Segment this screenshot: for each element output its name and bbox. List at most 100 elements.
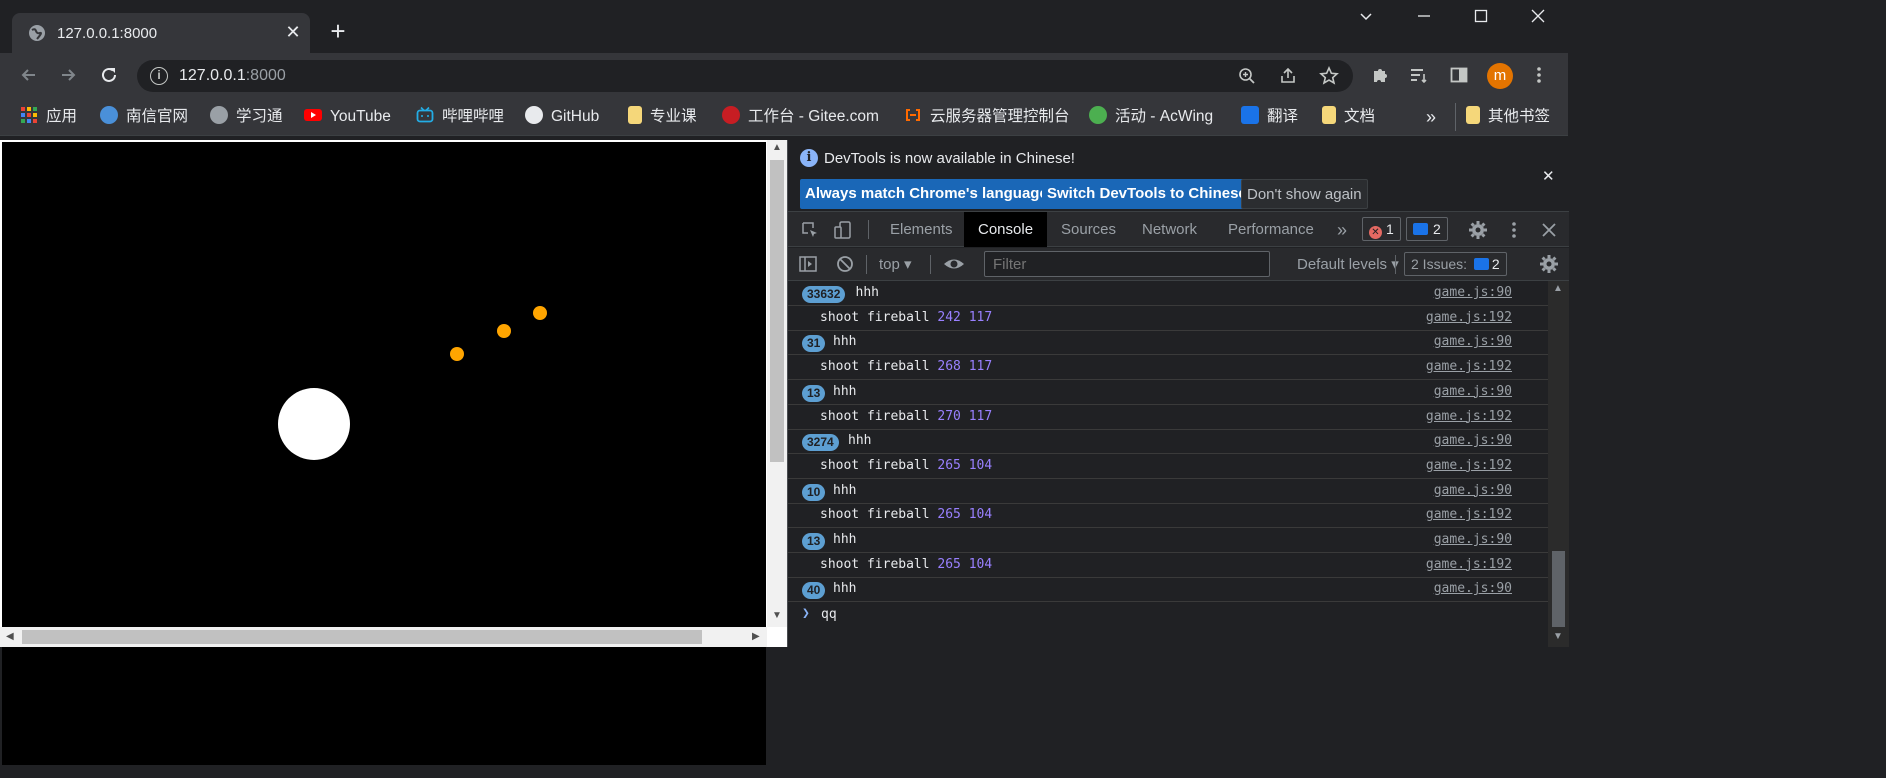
message-count-badge[interactable]: 2 (1406, 217, 1448, 241)
settings-button[interactable] (1468, 220, 1488, 240)
bookmark-acwing[interactable]: 活动 - AcWing (1089, 105, 1213, 129)
tab-network[interactable]: Network (1128, 212, 1211, 247)
address-bar[interactable]: i 127.0.0.1:8000 (137, 60, 1353, 92)
bookmark-apps[interactable]: 应用 (20, 105, 77, 129)
page-vertical-scrollbar[interactable]: ▲ ▼ (767, 140, 787, 627)
tab-elements[interactable]: Elements (876, 212, 967, 247)
tab-performance[interactable]: Performance (1214, 212, 1328, 247)
close-tab-icon[interactable]: ✕ (282, 21, 304, 43)
minimize-button[interactable] (1409, 8, 1439, 32)
chrome-menu-button[interactable] (1528, 65, 1550, 87)
site-info-icon[interactable]: i (150, 67, 168, 85)
console-settings-button[interactable] (1539, 254, 1559, 274)
switch-to-chinese-button[interactable]: Switch DevTools to Chinese (1042, 179, 1252, 209)
close-infobar-icon[interactable]: ✕ (1542, 167, 1555, 185)
tab-sources[interactable]: Sources (1047, 212, 1130, 247)
source-link[interactable]: game.js:90 (1434, 581, 1512, 596)
url-text[interactable]: 127.0.0.1:8000 (179, 67, 286, 85)
bookmark-folder-courses[interactable]: 专业课 (628, 105, 697, 129)
scrollbar-thumb[interactable] (22, 630, 702, 644)
forward-button[interactable] (56, 65, 80, 89)
inspect-element-button[interactable] (800, 220, 820, 240)
log-levels-dropdown[interactable]: Default levels ▾ (1297, 255, 1399, 273)
log-numbers: 265 104 (937, 457, 993, 473)
tab-search-button[interactable] (1351, 8, 1381, 32)
log-text: hhh (833, 532, 857, 547)
bookmarks-overflow-button[interactable]: » (1426, 105, 1436, 129)
bookmark-github[interactable]: GitHub (525, 105, 599, 129)
scroll-left-icon[interactable]: ◀ (6, 631, 14, 642)
scroll-up-icon[interactable]: ▲ (772, 142, 782, 153)
side-panel-button[interactable] (1448, 65, 1470, 87)
bookmark-bilibili[interactable]: 哔哩哔哩 (416, 105, 504, 129)
console-input[interactable]: qq (821, 607, 837, 622)
puzzle-icon (1374, 69, 1387, 82)
toolbar-divider (930, 255, 931, 274)
source-link[interactable]: game.js:90 (1434, 384, 1512, 399)
show-sidebar-button[interactable] (798, 254, 818, 274)
source-link[interactable]: game.js:90 (1434, 532, 1512, 547)
bookmark-gitee[interactable]: 工作台 - Gitee.com (722, 105, 879, 129)
bookmark-youtube[interactable]: YouTube (304, 105, 391, 129)
devtools-tabbar: Elements Console Sources Network Perform… (788, 212, 1569, 247)
reading-list-button[interactable] (1408, 65, 1430, 87)
source-link[interactable]: game.js:192 (1426, 310, 1512, 325)
devtools-menu-button[interactable] (1504, 220, 1524, 240)
error-count-badge[interactable]: ✕ 1 (1362, 217, 1401, 241)
console-filter-input[interactable] (984, 251, 1270, 277)
bookmark-aliyun[interactable]: 云服务器管理控制台 (904, 105, 1070, 129)
devtools-panel: i DevTools is now available in Chinese! … (787, 140, 1569, 647)
fireball (533, 306, 547, 320)
source-link[interactable]: game.js:192 (1426, 409, 1512, 424)
scroll-right-icon[interactable]: ▶ (752, 631, 760, 642)
issues-button[interactable]: 2 Issues: 2 (1404, 252, 1507, 276)
device-toolbar-button[interactable] (833, 220, 853, 240)
bookmark-nuist[interactable]: 南信官网 (100, 105, 188, 129)
extensions-button[interactable] (1369, 65, 1391, 87)
bookmark-folder-docs[interactable]: 文档 (1322, 105, 1375, 129)
source-link[interactable]: game.js:192 (1426, 458, 1512, 473)
scrollbar-thumb[interactable] (770, 160, 784, 462)
source-link[interactable]: game.js:192 (1426, 507, 1512, 522)
maximize-button[interactable] (1466, 8, 1496, 32)
close-devtools-button[interactable] (1539, 220, 1559, 240)
game-canvas[interactable] (2, 142, 766, 765)
context-selector[interactable]: top ▾ (879, 255, 912, 273)
info-icon: i (800, 149, 818, 167)
other-bookmarks-folder[interactable]: 其他书签 (1466, 105, 1550, 129)
bookmark-xuexitong[interactable]: 学习通 (210, 105, 283, 129)
dont-show-again-button[interactable]: Don't show again (1241, 179, 1368, 209)
new-tab-button[interactable]: + (326, 18, 350, 44)
console-messages: 33632 hhh game.js:90 shoot fireball 242 117… (788, 281, 1548, 647)
scroll-down-icon[interactable]: ▼ (1553, 631, 1563, 642)
page-horizontal-scrollbar[interactable]: ◀ ▶ (0, 627, 767, 647)
tab-console[interactable]: Console (964, 212, 1048, 247)
scroll-down-icon[interactable]: ▼ (772, 610, 782, 621)
live-expression-button[interactable] (943, 254, 964, 274)
close-window-button[interactable] (1523, 8, 1553, 32)
source-link[interactable]: game.js:90 (1434, 285, 1512, 300)
zoom-icon[interactable] (1238, 67, 1256, 85)
scrollbar-thumb[interactable] (1552, 551, 1565, 627)
log-numbers: 270 117 (937, 408, 993, 424)
console-row: shoot fireball 265 104 game.js:192 (788, 454, 1548, 479)
share-icon[interactable] (1279, 67, 1297, 85)
profile-avatar[interactable]: m (1487, 63, 1513, 89)
source-link[interactable]: game.js:192 (1426, 359, 1512, 374)
browser-tab[interactable]: 127.0.0.1:8000 ✕ (12, 13, 310, 53)
bookmark-translate[interactable]: 翻译 (1241, 105, 1298, 129)
source-link[interactable]: game.js:192 (1426, 557, 1512, 572)
toolbar-divider (1395, 255, 1396, 274)
back-button[interactable] (17, 65, 41, 89)
clear-console-button[interactable] (835, 254, 855, 274)
more-tabs-button[interactable]: » (1332, 220, 1352, 240)
source-link[interactable]: game.js:90 (1434, 483, 1512, 498)
console-scrollbar[interactable]: ▲ ▼ (1548, 281, 1569, 647)
bookmark-star-icon[interactable] (1319, 66, 1339, 86)
scroll-up-icon[interactable]: ▲ (1553, 283, 1563, 294)
console-prompt[interactable]: ❯ qq (788, 603, 1548, 627)
source-link[interactable]: game.js:90 (1434, 334, 1512, 349)
reload-button[interactable] (97, 65, 121, 89)
source-link[interactable]: game.js:90 (1434, 433, 1512, 448)
match-language-button[interactable]: Always match Chrome's language (800, 179, 1053, 209)
